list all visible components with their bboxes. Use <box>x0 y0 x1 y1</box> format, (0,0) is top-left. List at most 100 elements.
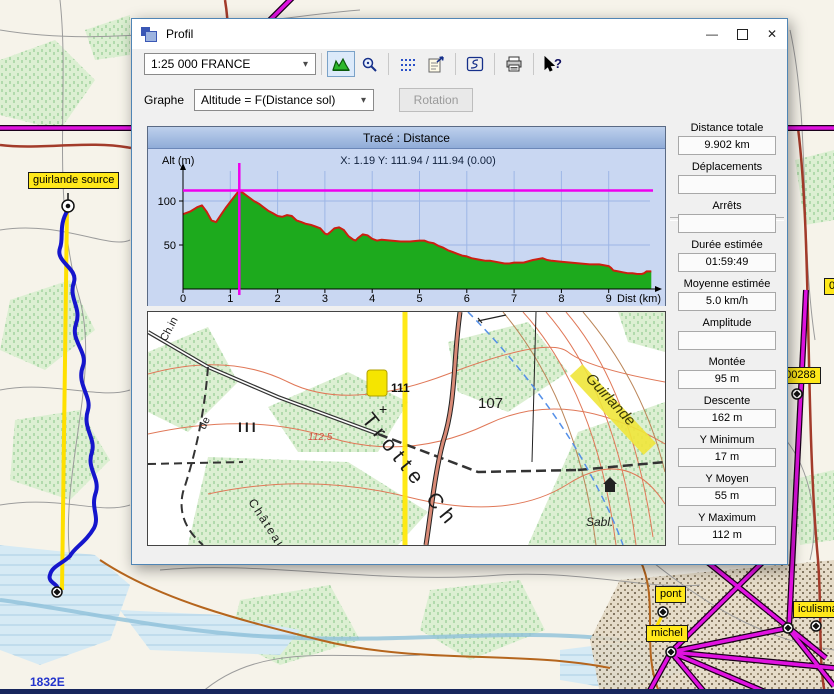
chart-area-series <box>183 190 651 289</box>
print-button[interactable] <box>500 51 528 77</box>
svg-text:8: 8 <box>558 293 564 305</box>
chart-ylabel: Alt (m) <box>162 155 194 167</box>
print-icon <box>505 56 523 72</box>
stat-label: Moyenne estimée <box>675 277 779 291</box>
elevation-chart-panel: Tracé : Distance 012345678950100 Alt (m)… <box>147 126 666 306</box>
stat-label: Montée <box>675 355 779 369</box>
dialog-titlebar[interactable]: Profil — ✕ <box>132 19 787 49</box>
help-button[interactable]: ? <box>539 51 567 77</box>
detail-spot-111: 111 <box>391 381 410 395</box>
chevron-down-icon: ▾ <box>361 95 366 106</box>
svg-text:6: 6 <box>464 293 470 305</box>
label-sabl: Sabl. <box>586 515 613 529</box>
svg-text:7: 7 <box>511 293 517 305</box>
stat-group: Y Minimum17 m <box>675 433 779 467</box>
stat-label: Descente <box>675 394 779 408</box>
stat-label: Y Moyen <box>675 472 779 486</box>
stat-value: 95 m <box>678 370 776 389</box>
stat-label: Y Minimum <box>675 433 779 447</box>
close-button[interactable]: ✕ <box>757 19 787 49</box>
detail-route-line <box>403 312 408 545</box>
detail-map-panel: 111 + Ch.in de III 112,5 Trotte Ch Châte… <box>147 311 666 546</box>
svg-text:0: 0 <box>180 293 186 305</box>
map-label-iculisma[interactable]: iculisma <box>793 601 834 618</box>
minimize-button[interactable]: — <box>697 19 727 49</box>
waypoint-michel <box>666 647 676 657</box>
stat-label: Amplitude <box>675 316 779 330</box>
svg-text:2: 2 <box>275 293 281 305</box>
point-list-icon <box>400 57 417 72</box>
stat-value: 55 m <box>678 487 776 506</box>
svg-text:4: 4 <box>369 293 375 305</box>
stat-group: Montée95 m <box>675 355 779 389</box>
stat-value: 162 m <box>678 409 776 428</box>
svg-text:?: ? <box>554 56 562 71</box>
stat-group: Durée estimée01:59:49 <box>675 238 779 272</box>
stat-label: Arrêts <box>675 199 779 213</box>
urban-area <box>590 560 834 694</box>
waypoint-pont <box>658 607 668 617</box>
map-label-partial[interactable]: 0 <box>824 278 834 295</box>
toolbar-separator <box>321 53 322 75</box>
toolbar: 1:25 000 FRANCE ▾ <box>132 49 787 79</box>
svg-text:50: 50 <box>164 240 176 252</box>
elevation-chart[interactable]: 012345678950100 Alt (m) X: 1.19 Y: 111.9… <box>148 149 665 306</box>
svg-text:3: 3 <box>322 293 328 305</box>
detail-topo-map: 111 + Ch.in de III 112,5 Trotte Ch Châte… <box>148 312 665 545</box>
stat-value <box>678 331 776 350</box>
stat-label: Déplacements <box>675 160 779 174</box>
label-iii: III <box>238 419 259 435</box>
stat-group: Y Moyen55 m <box>675 472 779 506</box>
stat-group: Déplacements <box>675 160 779 194</box>
stats-panel: Distance totale9.902 km Déplacements Arrêt… <box>675 121 779 550</box>
stat-group: Amplitude <box>675 316 779 350</box>
stat-group: Distance totale9.902 km <box>675 121 779 155</box>
stat-group: Arrêts <box>675 199 779 233</box>
toolbar-separator <box>455 53 456 75</box>
rotation-button[interactable]: Rotation <box>399 88 473 112</box>
profile-chart-button[interactable] <box>327 51 355 77</box>
properties-button[interactable] <box>422 51 450 77</box>
waypoint-iculisma-1 <box>783 623 793 633</box>
stat-label: Distance totale <box>675 121 779 135</box>
stat-label: Y Maximum <box>675 511 779 525</box>
maximize-button[interactable] <box>727 19 757 49</box>
waypoint-000288 <box>792 389 802 399</box>
map-label-michel[interactable]: michel <box>646 625 688 642</box>
stat-value: 01:59:49 <box>678 253 776 272</box>
stat-value <box>678 214 776 233</box>
graphe-label: Graphe <box>144 93 184 107</box>
stat-value: 9.902 km <box>678 136 776 155</box>
toolbar-separator <box>388 53 389 75</box>
zoom-button[interactable] <box>355 51 383 77</box>
stat-group: Descente162 m <box>675 394 779 428</box>
stat-value: 112 m <box>678 526 776 545</box>
svg-text:100: 100 <box>158 196 176 208</box>
chevron-down-icon: ▾ <box>303 59 308 70</box>
svg-text:1: 1 <box>227 293 233 305</box>
map-scale-select[interactable]: 1:25 000 FRANCE ▾ <box>144 53 316 75</box>
stat-group: Moyenne estimée5.0 km/h <box>675 277 779 311</box>
label-112-5: 112,5 <box>308 432 333 443</box>
svg-text:9: 9 <box>606 293 612 305</box>
curve-button[interactable] <box>461 51 489 77</box>
graphe-row: Graphe Altitude = F(Distance sol) ▾ Rota… <box>132 87 787 113</box>
zoom-icon <box>361 56 378 73</box>
stat-label: Durée estimée <box>675 238 779 252</box>
curve-icon <box>466 56 484 72</box>
app-icon <box>141 27 157 41</box>
waypoint-track-end <box>52 587 62 597</box>
map-scale-value: 1:25 000 FRANCE <box>151 57 250 71</box>
map-label-guirlande-source[interactable]: guirlande source <box>28 172 119 189</box>
map-label-pont[interactable]: pont <box>655 586 686 603</box>
stat-value: 17 m <box>678 448 776 467</box>
properties-icon <box>427 56 445 73</box>
toolbar-separator <box>494 53 495 75</box>
chart-crosshair-readout: X: 1.19 Y: 111.94 / 111.94 (0.00) <box>340 155 496 167</box>
toolbar-separator <box>533 53 534 75</box>
graph-type-select[interactable]: Altitude = F(Distance sol) ▾ <box>194 89 374 111</box>
detail-position-marker <box>367 370 387 396</box>
profil-dialog: Profil — ✕ 1:25 000 FRANCE ▾ <box>131 18 788 565</box>
point-list-button[interactable] <box>394 51 422 77</box>
profile-chart-icon <box>332 56 350 72</box>
